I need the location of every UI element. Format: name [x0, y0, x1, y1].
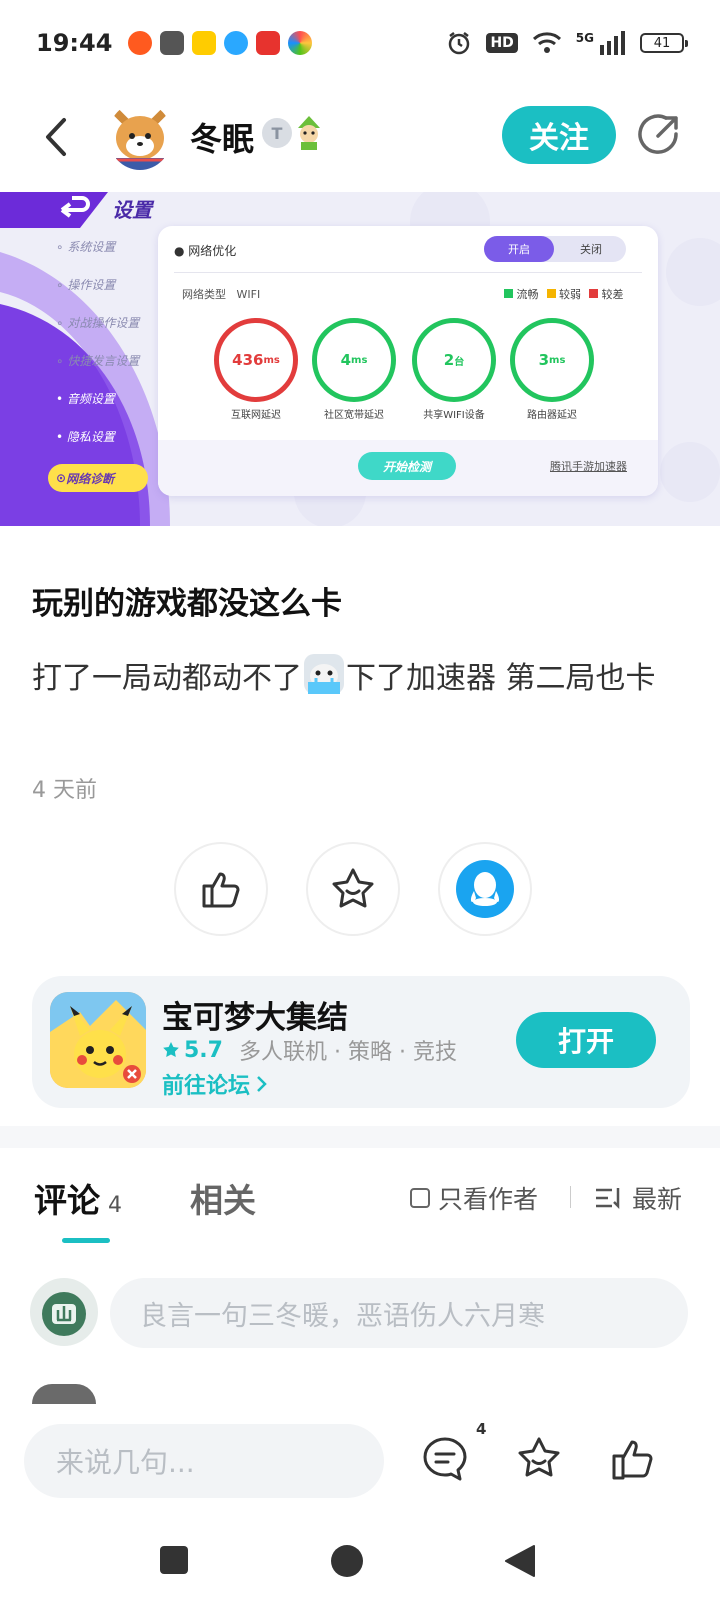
latency-legend: 流畅 较弱 较差	[504, 286, 624, 302]
menu-item: ∘ 系统设置	[56, 240, 116, 254]
panel-divider	[174, 272, 642, 273]
toggle-on: 开启	[484, 236, 554, 262]
back-nav-button[interactable]	[504, 1544, 536, 1578]
alarm-icon	[449, 32, 470, 55]
optimize-toggle: 开启 关闭	[484, 236, 626, 262]
wifi-icon	[532, 32, 561, 53]
commenter-avatar	[32, 1384, 96, 1404]
author-name[interactable]: 冬眠	[190, 114, 254, 160]
status-time: 19:44	[36, 29, 113, 57]
tab-indicator	[62, 1238, 110, 1243]
my-avatar	[30, 1278, 98, 1346]
network-panel: ● 网络优化 开启 关闭 网络类型 WIFI 流畅 较弱 较差 436 ms 互联…	[158, 226, 658, 496]
game-meta: 5.7 多人联机 · 策略 · 竞技	[162, 1034, 457, 1066]
toggle-off: 关闭	[580, 243, 602, 256]
status-bar: 19:44 HD 5G 41	[0, 0, 720, 86]
metric-router: 3 ms 路由器延迟	[510, 318, 594, 421]
level-badge: T	[262, 118, 292, 148]
network-type-label: 网络类型 WIFI	[182, 288, 261, 301]
menu-item: ∘ 快捷发言设置	[56, 354, 140, 368]
panel-title: ● 网络优化	[174, 244, 237, 258]
thumbs-up-icon	[202, 872, 240, 908]
crying-seal-emoji-icon	[304, 654, 344, 694]
rating-star-icon	[163, 1042, 179, 1057]
game-icon[interactable]	[50, 992, 146, 1088]
meituan-icon	[192, 31, 217, 55]
menu-item: • 音频设置	[56, 392, 115, 406]
sort-icon	[596, 1188, 620, 1210]
status-right: HD 5G 41	[446, 30, 688, 56]
tab-comments[interactable]: 评论 4	[34, 1174, 122, 1222]
forum-link[interactable]: 前往论坛	[162, 1068, 268, 1100]
character-badge-icon	[292, 114, 326, 150]
comment-icon[interactable]	[420, 1434, 470, 1484]
post-body-text: 打了一局动都动不了	[32, 661, 302, 696]
menu-item: • 隐私设置	[56, 430, 115, 444]
settings-title: 设置	[112, 198, 152, 222]
sort-button[interactable]: 最新	[594, 1180, 682, 1216]
color-app-icon	[288, 31, 313, 55]
battery-indicator: 41	[640, 33, 688, 53]
search-app-icon	[224, 31, 249, 55]
notification-app-icon	[128, 31, 153, 55]
author-only-filter[interactable]: 只看作者	[410, 1180, 538, 1216]
accelerator-link: 腾讯手游加速器	[550, 460, 627, 473]
star-icon	[332, 868, 374, 908]
thumbs-up-icon[interactable]	[608, 1434, 658, 1484]
robot-app-icon	[160, 31, 185, 55]
comment-input[interactable]: 良言一句三冬暖，恶语伤人六月寒	[110, 1278, 688, 1348]
share-icon[interactable]	[636, 112, 682, 158]
share-qq-button[interactable]	[438, 842, 532, 936]
game-card[interactable]: 宝可梦大集结 5.7 多人联机 · 策略 · 竞技 前往论坛 打开	[32, 976, 690, 1108]
settings-back-icon	[60, 196, 90, 218]
post-header: 冬眠 T 关注	[0, 100, 720, 174]
author-avatar[interactable]	[108, 102, 172, 170]
system-nav-bar	[0, 1514, 720, 1609]
quick-comment-input[interactable]: 来说几句...	[24, 1424, 384, 1498]
open-game-button[interactable]: 打开	[516, 1012, 656, 1068]
follow-button[interactable]: 关注	[502, 106, 616, 164]
post-time: 4 天前	[32, 778, 97, 803]
recent-apps-button[interactable]	[158, 1544, 190, 1576]
game-app-icon	[256, 31, 281, 55]
home-button[interactable]	[330, 1544, 364, 1578]
start-detect-button: 开始检测	[358, 452, 456, 480]
post-body-text: 下了加速器 第二局也卡	[346, 661, 656, 696]
post-title: 玩别的游戏都没这么卡	[32, 586, 342, 622]
metric-wifi-devices: 2台 共享WIFI设备	[412, 318, 496, 421]
game-rating: 5.7	[162, 1038, 223, 1063]
post-image[interactable]: 设置 ∘ 系统设置 ∘ 操作设置 ∘ 对战操作设置 ∘ 快捷发言设置 • 音频设…	[0, 192, 720, 526]
menu-item-active: ⊙ 网络诊断	[48, 464, 148, 492]
post-body: 打了一局动都动不了 下了加速器 第二局也卡	[32, 652, 692, 706]
comment-count-badge: 4	[476, 1420, 487, 1438]
game-name[interactable]: 宝可梦大集结	[162, 992, 348, 1037]
hd-badge: HD	[486, 33, 518, 53]
game-tags: 多人联机 · 策略 · 竞技	[238, 1040, 457, 1065]
qq-icon	[456, 860, 514, 918]
favorite-button[interactable]	[306, 842, 400, 936]
comment-count: 4	[108, 1193, 122, 1218]
menu-item: ∘ 操作设置	[56, 278, 116, 292]
menu-item: ∘ 对战操作设置	[56, 316, 140, 330]
settings-menu: ∘ 系统设置 ∘ 操作设置 ∘ 对战操作设置 ∘ 快捷发言设置 • 音频设置 •…	[56, 238, 139, 466]
section-divider	[0, 1126, 720, 1148]
notification-icons	[128, 31, 313, 55]
network-type: 5G	[575, 31, 594, 45]
checkbox-icon	[410, 1188, 430, 1208]
metric-broadband: 4 ms 社区宽带延迟	[312, 318, 396, 421]
bottom-input-bar: 来说几句... 4	[0, 1404, 720, 1514]
back-button[interactable]	[38, 114, 74, 160]
star-icon[interactable]	[514, 1434, 564, 1484]
signal-icon	[600, 31, 625, 55]
chevron-right-icon	[257, 1076, 267, 1092]
metric-internet: 436 ms 互联网延迟	[214, 318, 298, 421]
tab-related[interactable]: 相关	[190, 1174, 256, 1222]
sort-separator	[570, 1186, 571, 1208]
like-button[interactable]	[174, 842, 268, 936]
